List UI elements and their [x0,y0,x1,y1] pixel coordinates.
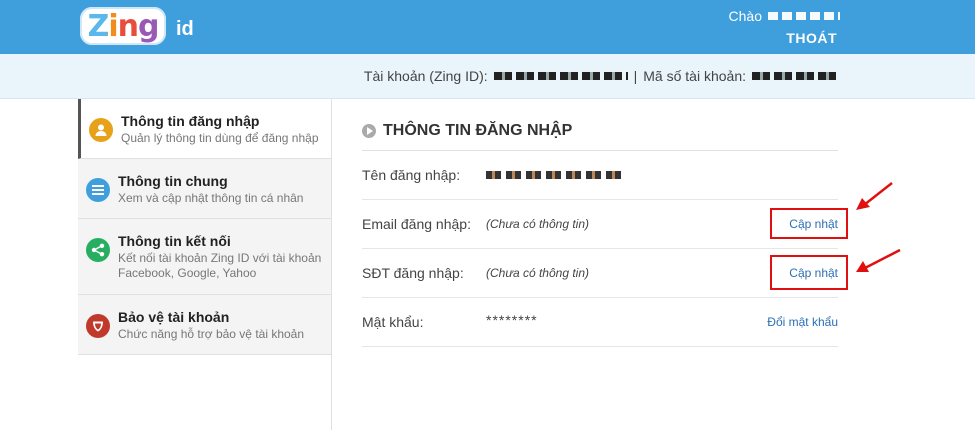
sidebar-item-subtitle: Chức năng hỗ trợ bảo vệ tài khoản [118,327,305,341]
change-password-link[interactable]: Đổi mật khẩu [767,315,838,329]
redacted-zing-id [493,72,628,80]
greeting-label: Chào [728,8,762,24]
sidebar-item-login-info[interactable]: Thông tin đăng nhập Quản lý thông tin dù… [78,99,332,159]
row-username: Tên đăng nhập: [362,151,838,200]
account-bar: Tài khoản (Zing ID): | Mã số tài khoản: [0,54,975,99]
sidebar-item-subtitle: Xem và cập nhật thông tin cá nhân [118,191,304,205]
sidebar-item-title: Thông tin kết nối [118,233,231,249]
sidebar-item-account-protection[interactable]: Bảo vệ tài khoản Chức năng hỗ trợ bảo vệ… [78,295,332,355]
sidebar-item-connections[interactable]: Thông tin kết nối Kết nối tài khoản Zing… [78,219,332,295]
sidebar-item-title: Thông tin đăng nhập [121,113,260,129]
row-value: (Chưa có thông tin) [486,217,589,231]
redacted-account-id [752,72,838,80]
row-label: Email đăng nhập: [362,216,471,232]
row-label: Mật khẩu: [362,314,424,330]
sidebar-item-subtitle: Kết nối tài khoản Zing ID với tài khoản … [118,251,322,280]
account-label: Tài khoản (Zing ID): [363,68,488,84]
row-label: SĐT đăng nhập: [362,265,464,281]
row-label: Tên đăng nhập: [362,167,461,183]
panel-title: THÔNG TIN ĐĂNG NHẬP [383,122,573,139]
content-divider [331,99,332,430]
arrow-icon [856,182,893,210]
account-info: Tài khoản (Zing ID): | Mã số tài khoản: [364,68,838,84]
greeting: Chào [729,8,840,24]
login-info-panel: THÔNG TIN ĐĂNG NHẬP Tên đăng nhập: Email… [362,112,838,347]
logo-suffix: id [176,17,194,40]
row-value: (Chưa có thông tin) [486,266,589,280]
zing-logo-badge: Zing [80,7,166,45]
highlight-box-phone [770,255,848,290]
redacted-login-name [486,171,622,179]
arrow-icon [856,248,901,272]
row-password: Mật khẩu: ******** Đổi mật khẩu [362,298,838,347]
sidebar-item-subtitle: Quản lý thông tin dùng để đăng nhập [121,131,319,145]
logo-text: Zing [87,8,160,44]
play-bullet-icon [362,124,376,138]
list-icon [86,178,110,202]
redacted-username [768,12,840,20]
sidebar-item-title: Bảo vệ tài khoản [118,309,230,325]
password-mask: ******** [486,312,538,328]
sidebar-item-general-info[interactable]: Thông tin chung Xem và cập nhật thông ti… [78,159,332,219]
shield-icon [86,314,110,338]
panel-header: THÔNG TIN ĐĂNG NHẬP [362,112,838,151]
account-id-label: Mã số tài khoản: [643,68,746,84]
highlight-box-email [770,208,848,239]
row-email: Email đăng nhập: (Chưa có thông tin) Cập… [362,200,838,249]
top-header: Zing id Chào THOÁT [0,0,975,54]
row-phone: SĐT đăng nhập: (Chưa có thông tin) Cập n… [362,249,838,298]
sidebar: Thông tin đăng nhập Quản lý thông tin dù… [78,99,332,355]
share-icon [86,238,110,262]
logout-link[interactable]: THOÁT [786,30,837,46]
user-icon [89,118,113,142]
sidebar-item-title: Thông tin chung [118,173,228,189]
separator: | [633,68,638,84]
zing-id-logo[interactable]: Zing id [80,6,194,46]
